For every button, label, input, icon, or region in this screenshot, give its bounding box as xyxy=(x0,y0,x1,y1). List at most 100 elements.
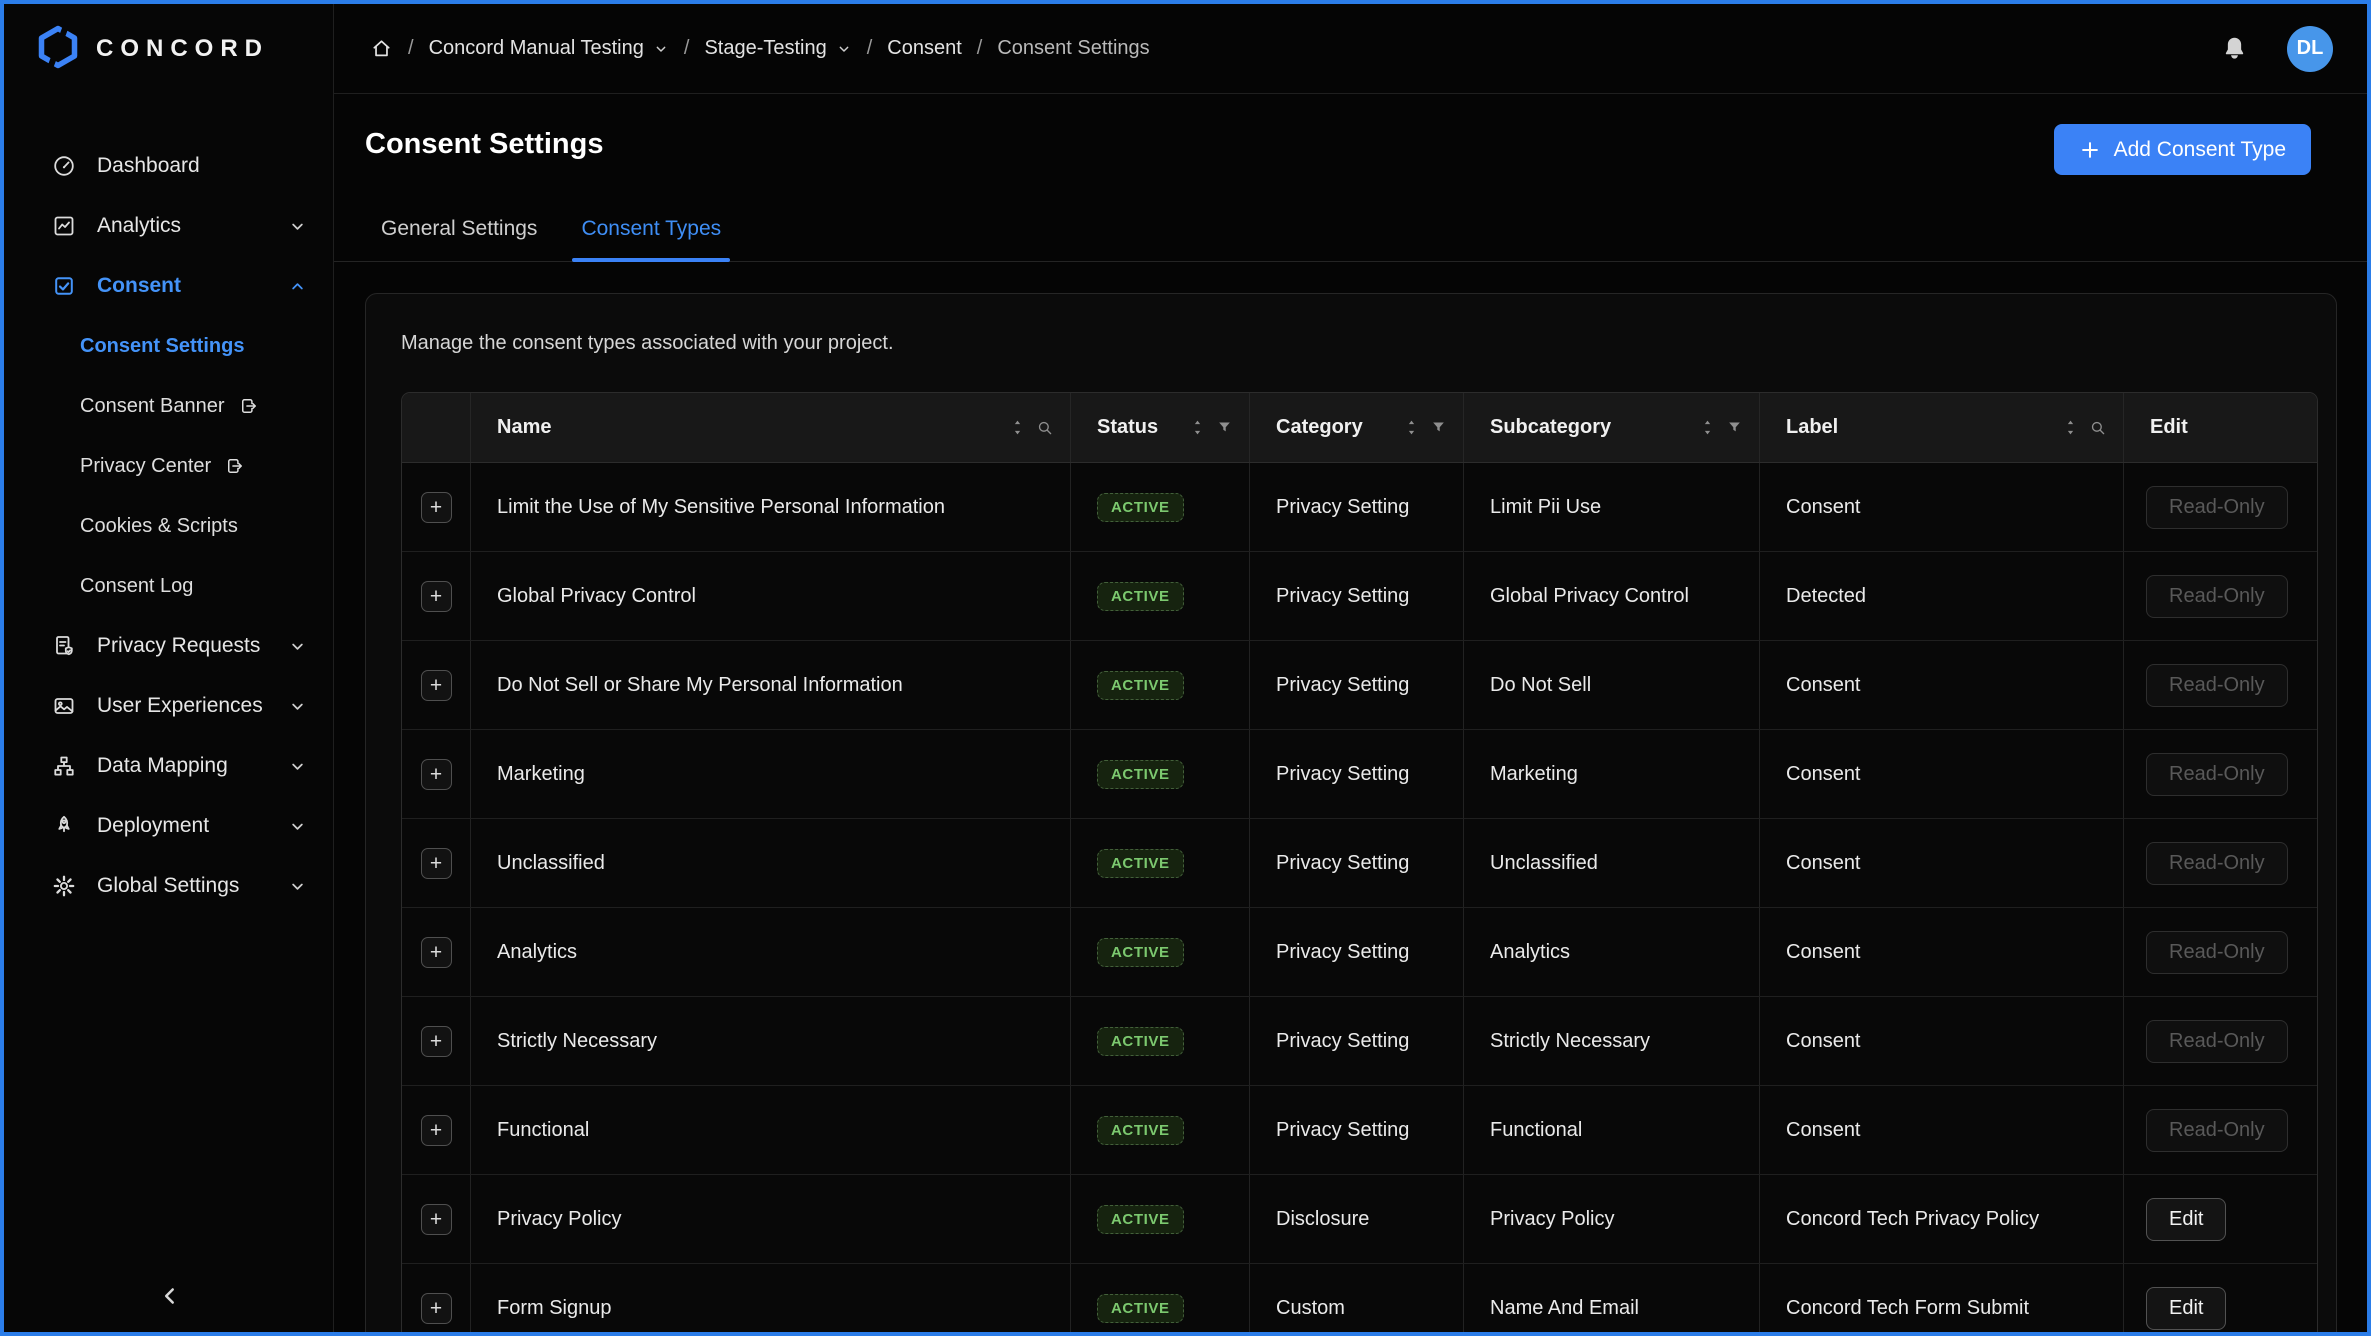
sidebar-item-privacy-center[interactable]: Privacy Center xyxy=(4,436,333,496)
column-header-name: Name xyxy=(471,393,1071,462)
notifications-bell-icon[interactable] xyxy=(2220,34,2249,63)
sort-icon[interactable] xyxy=(1190,418,1205,437)
chevron-down-icon xyxy=(288,757,307,776)
chevron-down-icon xyxy=(288,817,307,836)
sidebar-item-label: Consent Settings xyxy=(80,334,245,357)
column-header-category: Category xyxy=(1250,393,1464,462)
sidebar-collapse-button[interactable] xyxy=(150,1276,190,1316)
cell-subcategory: Privacy Policy xyxy=(1464,1175,1760,1263)
sidebar-item-consent-settings[interactable]: Consent Settings xyxy=(4,316,333,376)
cell-label: Detected xyxy=(1760,552,2124,640)
expand-row-button[interactable]: + xyxy=(420,936,452,968)
user-experiences-icon xyxy=(52,693,78,719)
external-link-icon xyxy=(239,396,259,416)
table-row: + Unclassified ACTIVE Privacy Setting Unclas… xyxy=(402,819,2317,908)
app-logo-text: CONCORD xyxy=(96,35,269,62)
cell-category: Custom xyxy=(1250,1264,1464,1332)
sidebar-item-consent-log[interactable]: Consent Log xyxy=(4,556,333,616)
consent-types-table: Name Status Category Subcategory Label Edit +… xyxy=(401,392,2318,1332)
expand-cell: + xyxy=(402,1086,471,1174)
read-only-button: Read-Only xyxy=(2146,663,2288,707)
cell-label: Consent xyxy=(1760,908,2124,996)
search-icon[interactable] xyxy=(2089,419,2107,437)
search-icon[interactable] xyxy=(1036,419,1054,437)
cell-subcategory: Unclassified xyxy=(1464,819,1760,907)
expand-row-button[interactable]: + xyxy=(420,1293,452,1324)
sort-icon[interactable] xyxy=(1700,418,1715,437)
table-row: + Global Privacy Control ACTIVE Privacy Set… xyxy=(402,552,2317,641)
app-logo: CONCORD xyxy=(4,4,333,94)
breadcrumb-item-consent-settings[interactable]: Consent Settings xyxy=(997,37,1149,60)
filter-icon[interactable] xyxy=(1726,419,1743,436)
user-avatar[interactable]: DL xyxy=(2287,25,2333,72)
read-only-button: Read-Only xyxy=(2146,1108,2288,1152)
cell-category: Privacy Setting xyxy=(1250,997,1464,1085)
sort-icon[interactable] xyxy=(1010,418,1025,437)
chevron-down-icon xyxy=(288,217,307,236)
sidebar-item-user-experiences[interactable]: User Experiences xyxy=(4,676,333,736)
chevron-down-icon xyxy=(653,41,669,57)
sidebar-item-analytics[interactable]: Analytics xyxy=(4,196,333,256)
expand-row-button[interactable]: + xyxy=(420,491,452,523)
expand-row-button[interactable]: + xyxy=(420,1203,452,1235)
sidebar-item-label: Data Mapping xyxy=(97,754,228,777)
expand-cell: + xyxy=(402,463,471,551)
expand-row-button[interactable]: + xyxy=(420,580,452,612)
cell-status: ACTIVE xyxy=(1071,819,1250,907)
sidebar-item-global-settings[interactable]: Global Settings xyxy=(4,856,333,916)
home-icon[interactable] xyxy=(370,37,393,60)
edit-button[interactable]: Edit xyxy=(2146,1197,2227,1241)
cell-status: ACTIVE xyxy=(1071,552,1250,640)
cell-category: Privacy Setting xyxy=(1250,819,1464,907)
sidebar-item-privacy-requests[interactable]: Privacy Requests xyxy=(4,616,333,676)
cell-edit: Edit xyxy=(2124,1264,2317,1332)
expand-row-button[interactable]: + xyxy=(420,847,452,879)
main-content: Consent Settings Add Consent Type Genera… xyxy=(334,94,2367,1332)
cell-edit: Read-Only xyxy=(2124,997,2317,1085)
add-consent-type-button[interactable]: Add Consent Type xyxy=(2053,124,2311,175)
plus-icon xyxy=(2081,141,2098,158)
sidebar-item-deployment[interactable]: Deployment xyxy=(4,796,333,856)
column-header-status: Status xyxy=(1071,393,1250,462)
breadcrumb-separator: / xyxy=(866,37,873,59)
sidebar-item-consent-banner[interactable]: Consent Banner xyxy=(4,376,333,436)
filter-icon[interactable] xyxy=(1430,419,1447,436)
tab-general-settings[interactable]: General Settings xyxy=(372,196,546,261)
breadcrumb-item-stage-testing[interactable]: Stage-Testing xyxy=(704,37,851,60)
cell-edit: Read-Only xyxy=(2124,552,2317,640)
expand-cell: + xyxy=(402,997,471,1085)
sidebar-item-dashboard[interactable]: Dashboard xyxy=(4,136,333,196)
cell-subcategory: Marketing xyxy=(1464,730,1760,818)
expand-row-button[interactable]: + xyxy=(420,1025,452,1057)
status-badge: ACTIVE xyxy=(1097,848,1184,878)
chevron-down-icon xyxy=(836,41,852,57)
sidebar-item-cookies-scripts[interactable]: Cookies & Scripts xyxy=(4,496,333,556)
cell-edit: Read-Only xyxy=(2124,641,2317,729)
cell-subcategory: Strictly Necessary xyxy=(1464,997,1760,1085)
expand-row-button[interactable]: + xyxy=(420,758,452,790)
sort-icon[interactable] xyxy=(2063,418,2078,437)
column-header-edit: Edit xyxy=(2150,416,2188,438)
breadcrumb-item-consent[interactable]: Consent xyxy=(887,37,962,60)
filter-icon[interactable] xyxy=(1216,419,1233,436)
breadcrumb-item-concord-manual-testing[interactable]: Concord Manual Testing xyxy=(429,37,669,60)
expand-row-button[interactable]: + xyxy=(420,1114,452,1146)
breadcrumb: / Concord Manual Testing / Stage-Testing / Co… xyxy=(370,37,1150,60)
cell-status: ACTIVE xyxy=(1071,1086,1250,1174)
sidebar-item-consent[interactable]: Consent xyxy=(4,256,333,316)
deployment-icon xyxy=(52,813,78,839)
expand-cell: + xyxy=(402,1175,471,1263)
sidebar-item-label: Privacy Center xyxy=(80,454,212,477)
sidebar-item-data-mapping[interactable]: Data Mapping xyxy=(4,736,333,796)
sidebar-item-label: Cookies & Scripts xyxy=(80,514,238,537)
expand-cell: + xyxy=(402,908,471,996)
sort-icon[interactable] xyxy=(1404,418,1419,437)
expand-row-button[interactable]: + xyxy=(420,669,452,701)
tab-consent-types[interactable]: Consent Types xyxy=(572,196,730,262)
edit-button[interactable]: Edit xyxy=(2146,1287,2227,1330)
table-row: + Form Signup ACTIVE Custom Name And Email Co… xyxy=(402,1264,2317,1332)
expand-cell: + xyxy=(402,552,471,640)
cell-status: ACTIVE xyxy=(1071,908,1250,996)
cell-subcategory: Global Privacy Control xyxy=(1464,552,1760,640)
status-badge: ACTIVE xyxy=(1097,492,1184,522)
